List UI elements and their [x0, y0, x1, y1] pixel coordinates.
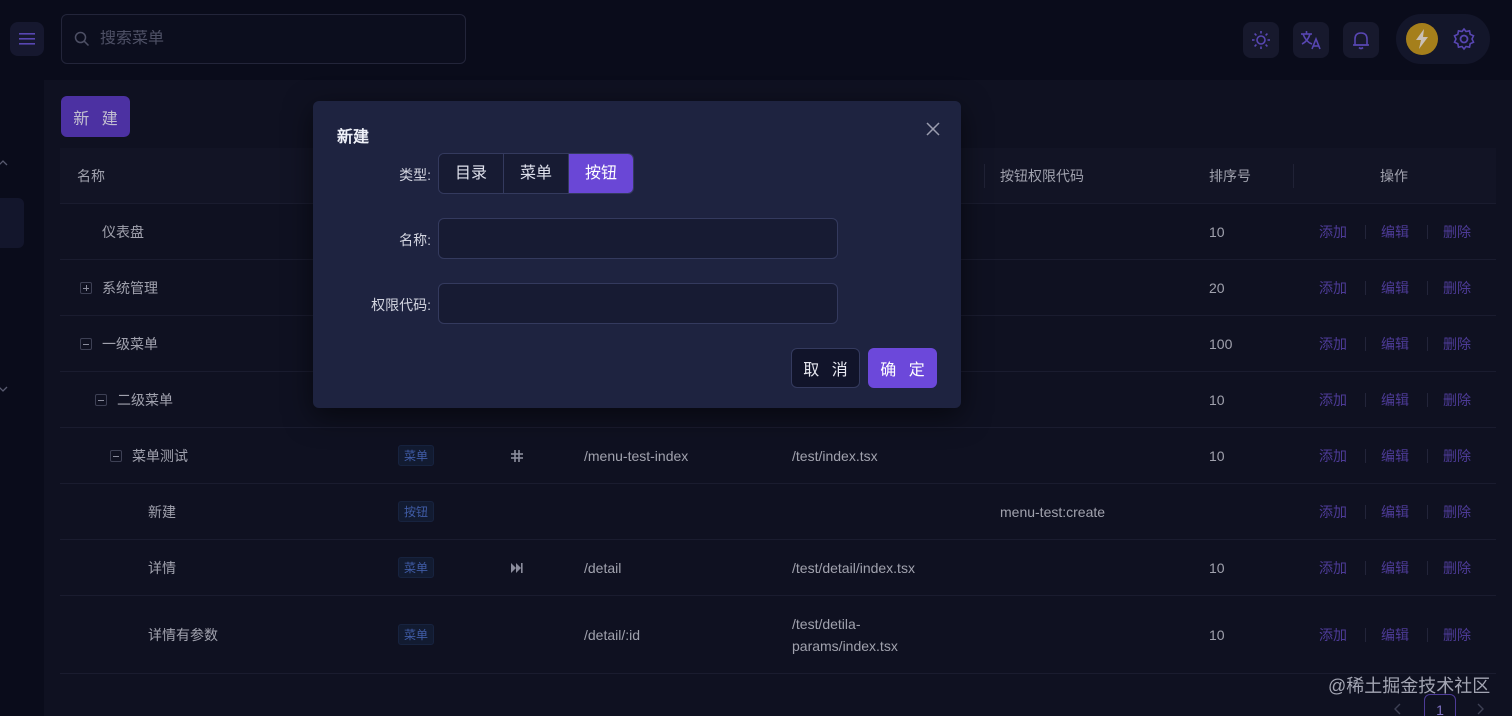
type-option-menu[interactable]: 菜单 [504, 154, 570, 193]
type-option-directory[interactable]: 目录 [439, 154, 505, 193]
modal-title: 新建 [337, 129, 370, 146]
new-menu-modal: 新建 类型: 目录 菜单 按钮 名称: 权限代码: 取 消 确 定 [313, 101, 961, 408]
watermark: @稀土掘金技术社区 [1328, 676, 1491, 696]
confirm-button[interactable]: 确 定 [868, 348, 937, 388]
permission-code-input[interactable] [438, 283, 838, 324]
close-icon[interactable] [925, 121, 941, 137]
type-option-button[interactable]: 按钮 [569, 154, 634, 193]
name-label: 名称: [399, 232, 431, 248]
cancel-button[interactable]: 取 消 [791, 348, 860, 388]
type-label: 类型: [399, 167, 431, 183]
type-segmented-control[interactable]: 目录 菜单 按钮 [438, 153, 635, 194]
name-input[interactable] [438, 218, 838, 259]
permission-code-label: 权限代码: [371, 297, 431, 313]
